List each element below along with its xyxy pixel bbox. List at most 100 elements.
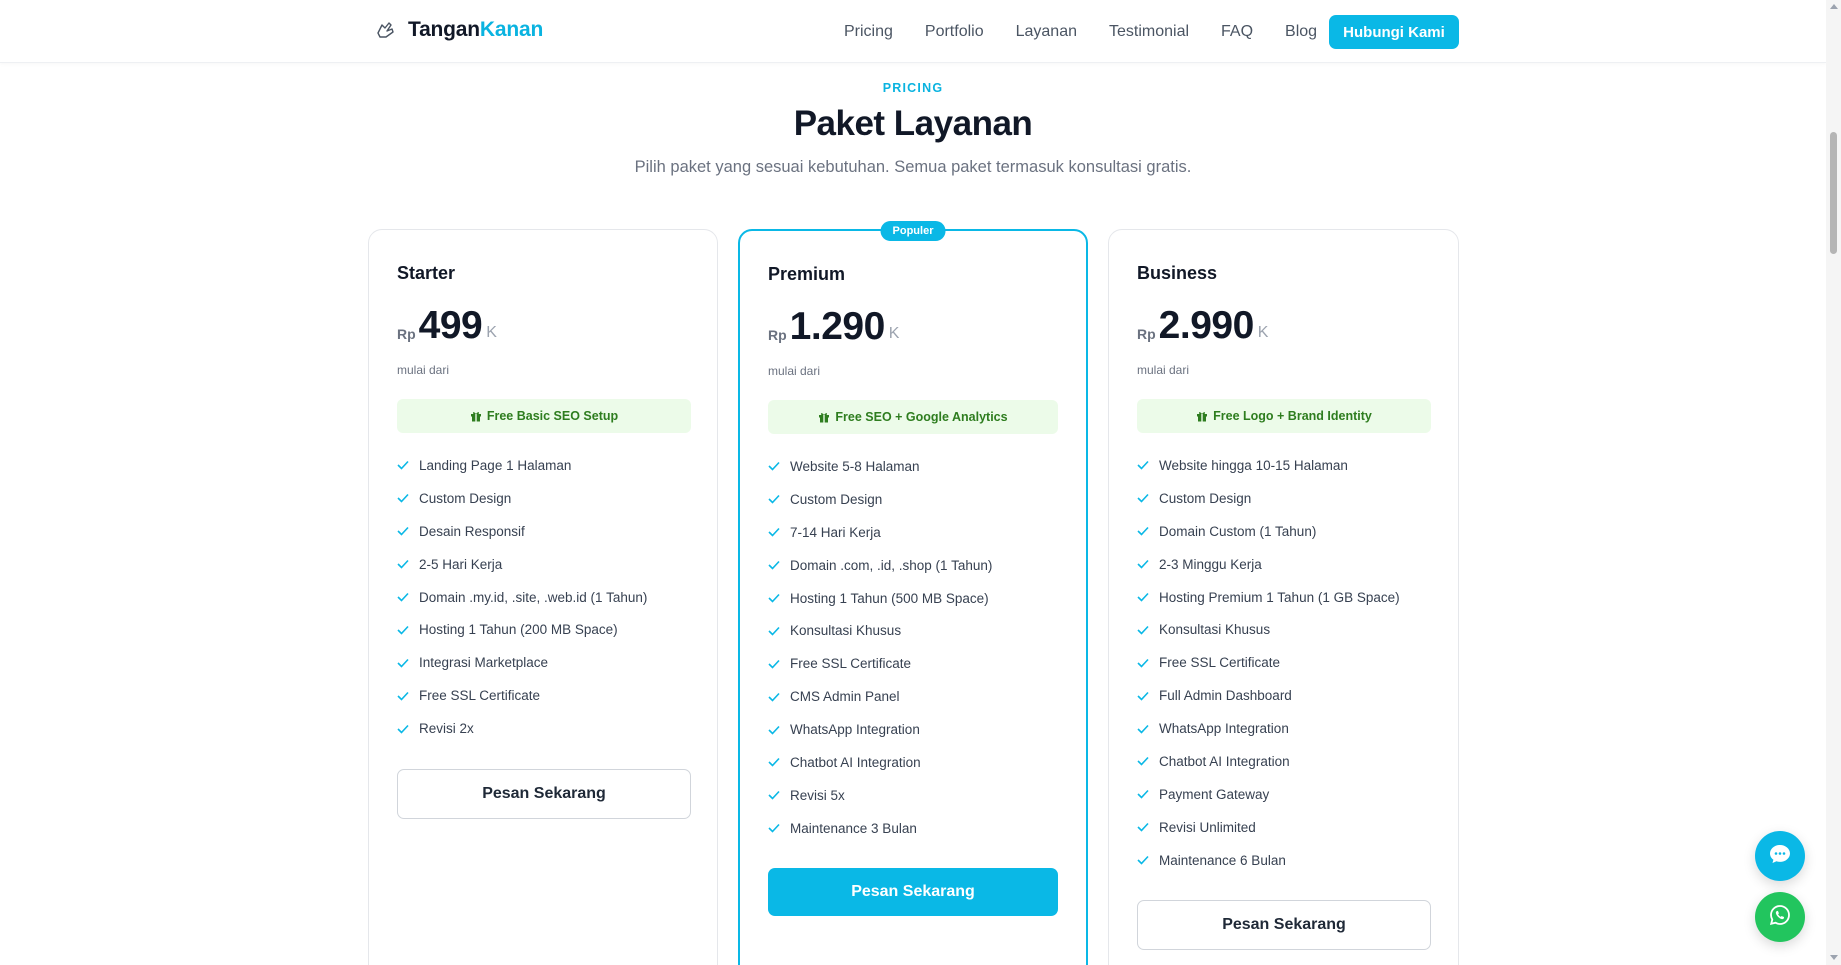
feature-item: Website 5-8 Halaman xyxy=(768,450,1058,483)
feature-text: Maintenance 6 Bulan xyxy=(1159,852,1286,868)
feature-item: Landing Page 1 Halaman xyxy=(397,449,691,482)
plan-name: Business xyxy=(1137,263,1218,283)
feature-item: WhatsApp Integration xyxy=(1137,712,1431,745)
feature-text: Domain .com, .id, .shop (1 Tahun) xyxy=(790,557,993,573)
check-icon xyxy=(1137,756,1149,767)
section-title: Paket Layanan xyxy=(793,104,1033,143)
feature-text: Website hingga 10-15 Halaman xyxy=(1159,457,1348,473)
check-icon xyxy=(768,823,780,833)
gift-icon xyxy=(470,410,482,422)
check-icon xyxy=(397,592,409,602)
check-icon xyxy=(768,527,780,537)
feature-item: CMS Admin Panel xyxy=(768,680,1058,713)
scroll-down-arrow-icon[interactable] xyxy=(1830,955,1838,960)
feature-text: WhatsApp Integration xyxy=(790,722,920,738)
feature-item: WhatsApp Integration xyxy=(768,713,1058,746)
order-button-starter[interactable]: Pesan Sekarang xyxy=(397,769,691,819)
price-amount: 1.290 xyxy=(789,305,886,348)
feature-text: Free SSL Certificate xyxy=(1159,655,1281,671)
check-icon xyxy=(1137,559,1149,569)
feature-text: Integrasi Marketplace xyxy=(419,655,549,671)
feature-item: Desain Responsif xyxy=(397,515,691,548)
site-header: TanganKanan Pricing Portfolio Layanan Te… xyxy=(0,0,1826,63)
feature-item: Maintenance 3 Bulan xyxy=(768,812,1058,845)
plan-card-business: Business Rp 2.990 K mulai dari Free Logo… xyxy=(1108,229,1459,965)
feature-item: Domain .com, .id, .shop (1 Tahun) xyxy=(768,549,1058,582)
whatsapp-icon xyxy=(1769,904,1791,931)
feature-item: Website hingga 10-15 Halaman xyxy=(1137,449,1431,482)
feature-text: WhatsApp Integration xyxy=(1159,721,1289,737)
nav-portfolio[interactable]: Portfolio xyxy=(925,15,984,48)
bonus-badge: Free Basic SEO Setup xyxy=(397,399,691,433)
feature-list: Website hingga 10-15 Halaman Custom Desi… xyxy=(1137,449,1431,877)
plan-name: Starter xyxy=(397,263,456,283)
page-scrollbar[interactable] xyxy=(1826,0,1841,965)
nav-layanan[interactable]: Layanan xyxy=(1016,15,1077,48)
feature-item: Revisi 5x xyxy=(768,779,1058,812)
chat-button[interactable] xyxy=(1755,831,1805,881)
feature-item: Integrasi Marketplace xyxy=(397,646,691,679)
feature-text: Custom Design xyxy=(1159,490,1252,506)
bonus-badge: Free Logo + Brand Identity xyxy=(1137,399,1431,433)
check-icon xyxy=(397,460,409,471)
feature-text: Free SSL Certificate xyxy=(790,656,912,672)
feature-text: Konsultasi Khusus xyxy=(790,623,902,639)
check-icon xyxy=(768,757,780,768)
check-icon xyxy=(397,724,409,734)
feature-item: Free SSL Certificate xyxy=(768,647,1058,680)
check-icon xyxy=(1137,855,1149,865)
check-icon xyxy=(1137,691,1149,701)
order-button-premium[interactable]: Pesan Sekarang xyxy=(768,868,1058,916)
feature-item: 2-5 Hari Kerja xyxy=(397,548,691,581)
nav-pricing[interactable]: Pricing xyxy=(844,15,893,48)
feature-text: Chatbot AI Integration xyxy=(1159,753,1290,769)
feature-text: Revisi Unlimited xyxy=(1159,819,1256,835)
contact-button[interactable]: Hubungi Kami xyxy=(1329,15,1459,49)
price-suffix: K xyxy=(888,325,900,342)
plan-price: Rp 1.290 K xyxy=(768,307,899,347)
check-icon xyxy=(768,725,780,735)
feature-text: Chatbot AI Integration xyxy=(790,754,921,770)
scroll-up-arrow-icon[interactable] xyxy=(1830,4,1838,9)
feature-item: Chatbot AI Integration xyxy=(768,746,1058,779)
check-icon xyxy=(768,659,780,669)
nav-faq[interactable]: FAQ xyxy=(1221,15,1253,48)
nav-blog[interactable]: Blog xyxy=(1285,15,1317,48)
check-icon xyxy=(1137,526,1149,536)
whatsapp-button[interactable] xyxy=(1755,892,1805,942)
price-amount: 499 xyxy=(418,304,483,347)
feature-text: Custom Design xyxy=(419,490,512,506)
feature-item: Domain Custom (1 Tahun) xyxy=(1137,515,1431,548)
feature-item: Konsultasi Khusus xyxy=(1137,613,1431,646)
check-icon xyxy=(1137,625,1149,635)
feature-item: Hosting Premium 1 Tahun (1 GB Space) xyxy=(1137,581,1431,614)
price-from-label: mulai dari xyxy=(768,364,821,378)
check-icon xyxy=(768,626,780,636)
popular-badge: Populer xyxy=(880,221,946,241)
section-subtitle: Pilih paket yang sesuai kebutuhan. Semua… xyxy=(634,158,1192,176)
feature-text: Hosting Premium 1 Tahun (1 GB Space) xyxy=(1159,589,1400,605)
check-icon xyxy=(1137,592,1149,602)
feature-text: Custom Design xyxy=(790,491,883,507)
section-eyebrow: PRICING xyxy=(882,81,944,95)
feature-text: Revisi 5x xyxy=(790,787,845,803)
nav-testimonial[interactable]: Testimonial xyxy=(1109,15,1189,48)
order-button-business[interactable]: Pesan Sekarang xyxy=(1137,900,1431,950)
chat-bubble-icon xyxy=(1769,844,1791,869)
plan-card-starter: Starter Rp 499 K mulai dari Free Basic S… xyxy=(368,229,718,965)
feature-text: 7-14 Hari Kerja xyxy=(790,524,881,540)
feature-text: Hosting 1 Tahun (500 MB Space) xyxy=(790,590,989,606)
feature-item: Hosting 1 Tahun (200 MB Space) xyxy=(397,613,691,646)
feature-text: Revisi 2x xyxy=(419,721,474,737)
price-currency: Rp xyxy=(397,326,416,342)
check-icon xyxy=(397,625,409,635)
feature-item: Full Admin Dashboard xyxy=(1137,679,1431,712)
feature-item: Payment Gateway xyxy=(1137,778,1431,811)
feature-item: Revisi 2x xyxy=(397,712,691,745)
brand-logo[interactable]: TanganKanan xyxy=(374,18,543,42)
scrollbar-thumb[interactable] xyxy=(1830,132,1837,254)
bonus-text: Free Basic SEO Setup xyxy=(486,409,619,423)
check-icon xyxy=(397,526,409,536)
plan-price: Rp 2.990 K xyxy=(1137,306,1268,346)
feature-list: Landing Page 1 Halaman Custom Design Des… xyxy=(397,449,691,745)
